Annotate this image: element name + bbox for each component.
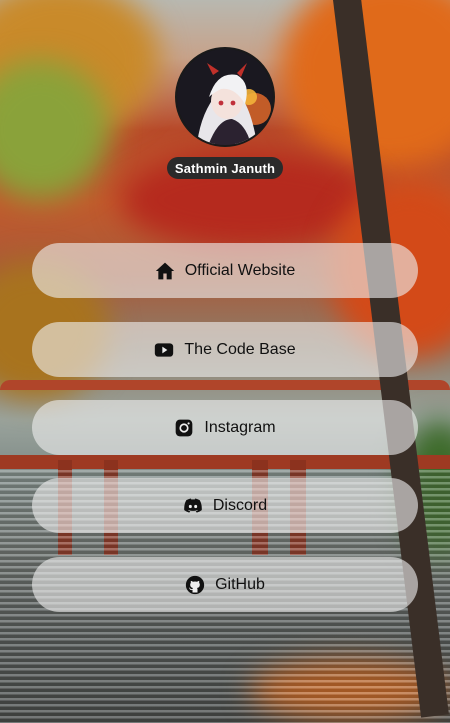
discord-icon [183, 496, 203, 516]
instagram-label: Instagram [204, 418, 276, 436]
discord-label: Discord [212, 496, 268, 514]
home-icon [155, 261, 175, 281]
avatar-illustration [177, 49, 273, 145]
code-base-button[interactable]: The Code Base [32, 322, 418, 377]
github-icon [185, 575, 205, 595]
instagram-icon [174, 418, 194, 438]
code-base-label: The Code Base [184, 340, 296, 358]
discord-button[interactable]: Discord [32, 478, 418, 533]
youtube-icon [154, 340, 174, 360]
profile-name: Sathmin Januth [167, 157, 283, 179]
official-website-button[interactable]: Official Website [32, 243, 418, 298]
github-label: GitHub [215, 575, 265, 593]
github-button[interactable]: GitHub [32, 557, 418, 612]
official-website-label: Official Website [184, 261, 296, 279]
profile-avatar [175, 47, 275, 147]
instagram-button[interactable]: Instagram [32, 400, 418, 455]
